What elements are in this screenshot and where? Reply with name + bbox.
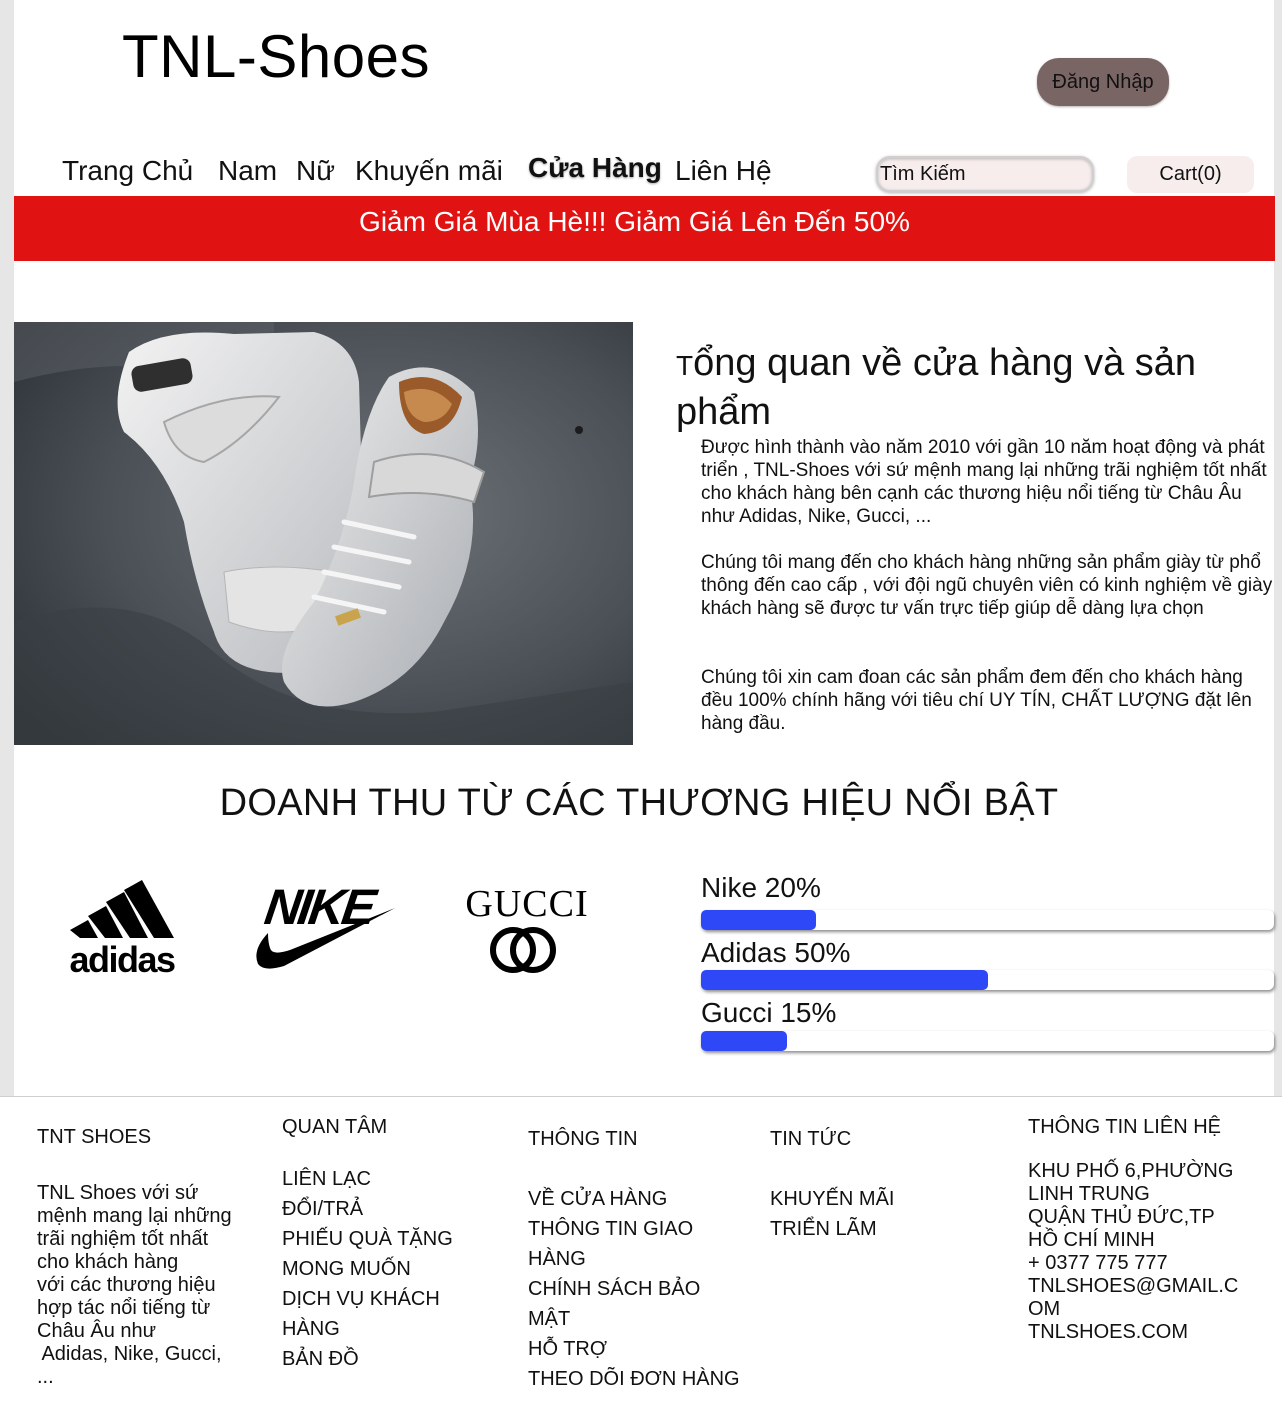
footer-col-about-title: TNT SHOES [37,1126,152,1148]
adidas-logo-icon: adidas [69,880,177,978]
promo-banner: Giảm Giá Mùa Hè!!! Giảm Giá Lên Đến 50% [14,196,1275,261]
site-logo[interactable]: TNL-Shoes [122,22,430,91]
about-title-line2: phẩm [676,391,772,433]
footer-about-line: mệnh mang lại những [37,1205,232,1227]
footer-phone[interactable]: + 0377 775 777 [1028,1252,1258,1275]
footer-link-wishlist[interactable]: MONG MUỐN [282,1254,492,1284]
hero-sneakers-image [14,322,633,745]
footer-divider [0,1096,1282,1097]
footer-link-return[interactable]: ĐỔI/TRẢ [282,1194,492,1224]
footer-link-map[interactable]: BẢN ĐỒ [282,1344,492,1374]
footer-link-order-tracking[interactable]: THEO DÕI ĐƠN HÀNG [528,1364,748,1394]
bar-label-gucci: Gucci 15% [701,997,837,1028]
nav-item-women[interactable]: Nữ [296,155,335,187]
about-title: Tổng quan về cửa hàng và sản phẩm [676,340,1256,435]
footer-col-about: TNT SHOES TNL Shoes với sứ mệnh mang lại… [37,1126,247,1389]
progress-bar-nike [701,910,1274,930]
nav-item-home[interactable]: Trang Chủ [62,155,193,187]
footer-link-customer-service[interactable]: DỊCH VỤ KHÁCH [282,1284,492,1314]
nike-logo-icon: NIKE [256,879,395,969]
footer-link-promotions[interactable]: KHUYẾN MÃI [770,1184,970,1214]
footer-about-line: trãi nghiệm tốt nhất [37,1228,209,1250]
footer-link-shipping-info-cont[interactable]: HÀNG [528,1244,748,1274]
footer-col-contact: THÔNG TIN LIÊN HỆ KHU PHỐ 6,PHƯỜNG LINH … [1028,1116,1258,1344]
footer-link-shipping-info[interactable]: THÔNG TIN GIAO [528,1214,748,1244]
footer-about-line: Châu Âu như [37,1320,157,1342]
footer-email[interactable]: TNLSHOES@GMAIL.C [1028,1275,1258,1298]
nav-item-men[interactable]: Nam [218,155,277,187]
footer-col-interest-title: QUAN TÂM [282,1116,388,1138]
promo-text: Giảm Giá Mùa Hè!!! Giảm Giá Lên Đến 50% [359,206,910,237]
bar-label-adidas: Adidas 50% [701,937,851,968]
gucci-wordmark: GUCCI [465,883,588,925]
revenue-title: DOANH THU TỪ CÁC THƯƠNG HIỆU NỔI BẬT [219,782,1059,824]
about-title-line1: ổng quan về cửa hàng và sản [693,342,1197,384]
footer-address-line: HỒ CHÍ MINH [1028,1229,1155,1251]
footer-about-text: TNL Shoes với sứ mệnh mang lại những trã… [37,1182,247,1389]
about-title-first-letter: T [676,350,694,381]
progress-bar-adidas [701,970,1274,990]
about-paragraph-2: Chúng tôi mang đến cho khách hàng những … [701,552,1273,619]
gucci-logo-icon: GUCCI [465,883,588,973]
search-input[interactable] [876,156,1094,192]
footer-col-info: THÔNG TIN VỀ CỬA HÀNG THÔNG TIN GIAO HÀN… [528,1128,748,1394]
footer-about-line: ... [37,1366,54,1388]
footer-email-cont[interactable]: OM [1028,1298,1258,1321]
footer-link-privacy-cont[interactable]: MẬT [528,1304,748,1334]
footer-about-line: với các thương hiệu [37,1274,216,1296]
footer-link-support[interactable]: HỖ TRỢ [528,1334,748,1364]
page-edge-left [0,0,14,1097]
footer-about-line: Adidas, Nike, Gucci, [37,1343,222,1365]
nike-wordmark: NIKE [261,879,381,935]
footer-link-exhibition[interactable]: TRIỂN LÃM [770,1214,970,1244]
footer-about-line: hợp tác nổi tiếng từ [37,1297,211,1319]
nav-item-promotions[interactable]: Khuyến mãi [355,155,503,187]
progress-fill-gucci [701,1031,787,1051]
footer-link-about-store[interactable]: VỀ CỬA HÀNG [528,1184,748,1214]
footer-link-privacy[interactable]: CHÍNH SÁCH BẢO [528,1274,748,1304]
footer-col-news: TIN TỨC KHUYẾN MÃI TRIỂN LÃM [770,1128,970,1244]
adidas-wordmark: adidas [69,939,175,978]
page-edge-right [1274,0,1282,1097]
footer-link-customer-service-cont[interactable]: HÀNG [282,1314,492,1344]
footer-address-line: LINH TRUNG [1028,1183,1150,1205]
nav-item-contact[interactable]: Liên Hệ [675,155,772,187]
footer-link-gift-card[interactable]: PHIẾU QUÀ TẶNG [282,1224,492,1254]
footer-website[interactable]: TNLSHOES.COM [1028,1321,1258,1344]
login-button[interactable]: Đăng Nhập [1037,58,1169,106]
footer-col-info-title: THÔNG TIN [528,1128,638,1150]
nav-item-store[interactable]: Cửa Hàng [528,152,662,184]
footer-about-line: cho khách hàng [37,1251,179,1273]
footer-col-interest: QUAN TÂM LIÊN LẠC ĐỔI/TRẢ PHIẾU QUÀ TẶNG… [282,1116,492,1374]
about-paragraph-1: Được hình thành vào năm 2010 với gần 10 … [701,437,1267,527]
progress-fill-nike [701,910,816,930]
progress-fill-adidas [701,970,988,990]
bar-label-nike: Nike 20% [701,872,821,903]
footer-link-contact[interactable]: LIÊN LẠC [282,1164,492,1194]
footer-col-news-title: TIN TỨC [770,1128,852,1150]
footer-address-line: QUẬN THỦ ĐỨC,TP [1028,1206,1215,1228]
footer-address-line: KHU PHỐ 6,PHƯỜNG [1028,1160,1234,1182]
cart-button[interactable]: Cart(0) [1127,156,1254,193]
about-paragraph-3: Chúng tôi xin cam đoan các sản phẩm đem … [701,667,1252,734]
footer-col-contact-title: THÔNG TIN LIÊN HỆ [1028,1116,1221,1138]
progress-bar-gucci [701,1031,1274,1051]
footer-about-line: TNL Shoes với sứ [37,1182,199,1204]
